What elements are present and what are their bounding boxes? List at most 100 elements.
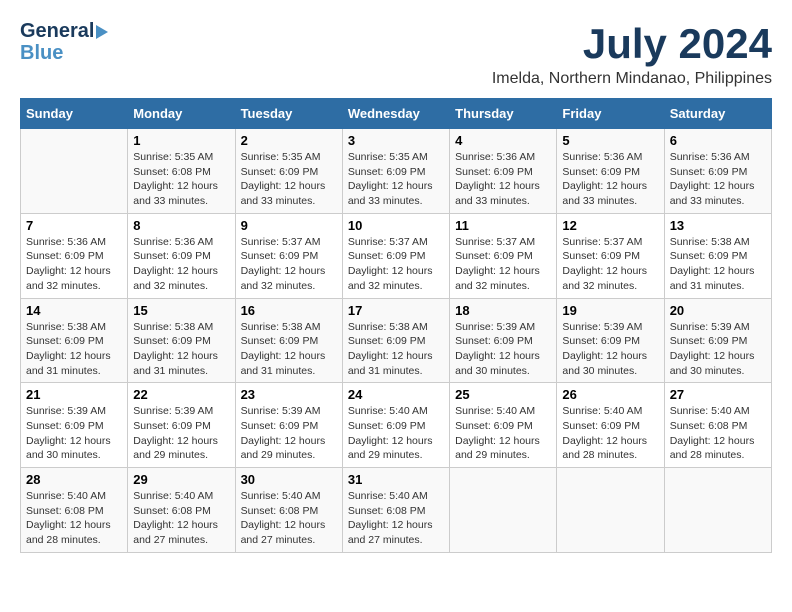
page-title: July 2024 <box>492 20 772 68</box>
calendar-cell: 9Sunrise: 5:37 AM Sunset: 6:09 PM Daylig… <box>235 213 342 298</box>
calendar-cell: 30Sunrise: 5:40 AM Sunset: 6:08 PM Dayli… <box>235 468 342 553</box>
day-info: Sunrise: 5:40 AM Sunset: 6:08 PM Dayligh… <box>670 404 766 463</box>
day-info: Sunrise: 5:36 AM Sunset: 6:09 PM Dayligh… <box>133 235 229 294</box>
day-number: 2 <box>241 133 337 148</box>
day-number: 14 <box>26 303 122 318</box>
day-info: Sunrise: 5:35 AM Sunset: 6:08 PM Dayligh… <box>133 150 229 209</box>
calendar-cell: 4 Sunrise: 5:36 AM Sunset: 6:09 PM Daylig… <box>450 129 557 214</box>
day-info: Sunrise: 5:36 AM Sunset: 6:09 PM Dayligh… <box>670 150 766 209</box>
header-friday: Friday <box>557 99 664 129</box>
calendar-cell <box>664 468 771 553</box>
header-saturday: Saturday <box>664 99 771 129</box>
day-info: Sunrise: 5:40 AM Sunset: 6:09 PM Dayligh… <box>455 404 551 463</box>
day-info: Sunrise: 5:39 AM Sunset: 6:09 PM Dayligh… <box>670 320 766 379</box>
calendar-cell: 18Sunrise: 5:39 AM Sunset: 6:09 PM Dayli… <box>450 298 557 383</box>
title-section: July 2024 Imelda, Northern Mindanao, Phi… <box>492 20 772 88</box>
calendar-cell: 20Sunrise: 5:39 AM Sunset: 6:09 PM Dayli… <box>664 298 771 383</box>
calendar-cell: 2 Sunrise: 5:35 AM Sunset: 6:09 PM Daylig… <box>235 129 342 214</box>
day-info: Sunrise: 5:36 AM Sunset: 6:09 PM Dayligh… <box>455 150 551 209</box>
day-info: Sunrise: 5:37 AM Sunset: 6:09 PM Dayligh… <box>241 235 337 294</box>
day-number: 5 <box>562 133 658 148</box>
calendar-table: SundayMondayTuesdayWednesdayThursdayFrid… <box>20 98 772 553</box>
day-number: 7 <box>26 218 122 233</box>
day-info: Sunrise: 5:35 AM Sunset: 6:09 PM Dayligh… <box>348 150 444 209</box>
day-number: 25 <box>455 387 551 402</box>
calendar-cell: 26 Sunrise: 5:40 AM Sunset: 6:09 PM Dayli… <box>557 383 664 468</box>
calendar-cell: 10 Sunrise: 5:37 AM Sunset: 6:09 PM Dayli… <box>342 213 449 298</box>
day-info: Sunrise: 5:38 AM Sunset: 6:09 PM Dayligh… <box>670 235 766 294</box>
day-info: Sunrise: 5:37 AM Sunset: 6:09 PM Dayligh… <box>562 235 658 294</box>
day-number: 15 <box>133 303 229 318</box>
calendar-cell: 27Sunrise: 5:40 AM Sunset: 6:08 PM Dayli… <box>664 383 771 468</box>
day-info: Sunrise: 5:36 AM Sunset: 6:09 PM Dayligh… <box>26 235 122 294</box>
day-number: 16 <box>241 303 337 318</box>
day-info: Sunrise: 5:40 AM Sunset: 6:08 PM Dayligh… <box>26 489 122 548</box>
day-info: Sunrise: 5:38 AM Sunset: 6:09 PM Dayligh… <box>26 320 122 379</box>
day-info: Sunrise: 5:39 AM Sunset: 6:09 PM Dayligh… <box>562 320 658 379</box>
calendar-cell: 6 Sunrise: 5:36 AM Sunset: 6:09 PM Daylig… <box>664 129 771 214</box>
day-number: 24 <box>348 387 444 402</box>
calendar-header-row: SundayMondayTuesdayWednesdayThursdayFrid… <box>21 99 772 129</box>
calendar-cell: 13 Sunrise: 5:38 AM Sunset: 6:09 PM Dayli… <box>664 213 771 298</box>
day-info: Sunrise: 5:40 AM Sunset: 6:09 PM Dayligh… <box>348 404 444 463</box>
calendar-cell: 11 Sunrise: 5:37 AM Sunset: 6:09 PM Dayli… <box>450 213 557 298</box>
calendar-cell: 23 Sunrise: 5:39 AM Sunset: 6:09 PM Dayli… <box>235 383 342 468</box>
header-tuesday: Tuesday <box>235 99 342 129</box>
day-number: 13 <box>670 218 766 233</box>
page-header: General Blue July 2024 Imelda, Northern … <box>20 20 772 88</box>
calendar-week-row: 21 Sunrise: 5:39 AM Sunset: 6:09 PM Dayli… <box>21 383 772 468</box>
day-number: 28 <box>26 472 122 487</box>
day-info: Sunrise: 5:39 AM Sunset: 6:09 PM Dayligh… <box>455 320 551 379</box>
day-number: 31 <box>348 472 444 487</box>
day-info: Sunrise: 5:40 AM Sunset: 6:08 PM Dayligh… <box>133 489 229 548</box>
day-info: Sunrise: 5:40 AM Sunset: 6:09 PM Dayligh… <box>562 404 658 463</box>
day-number: 11 <box>455 218 551 233</box>
calendar-cell: 21 Sunrise: 5:39 AM Sunset: 6:09 PM Dayli… <box>21 383 128 468</box>
calendar-cell: 28 Sunrise: 5:40 AM Sunset: 6:08 PM Dayli… <box>21 468 128 553</box>
logo-arrow-icon <box>96 25 108 39</box>
day-info: Sunrise: 5:39 AM Sunset: 6:09 PM Dayligh… <box>241 404 337 463</box>
day-info: Sunrise: 5:37 AM Sunset: 6:09 PM Dayligh… <box>348 235 444 294</box>
header-wednesday: Wednesday <box>342 99 449 129</box>
page-subtitle: Imelda, Northern Mindanao, Philippines <box>492 70 772 88</box>
logo: General Blue <box>20 20 108 64</box>
calendar-cell: 31 Sunrise: 5:40 AM Sunset: 6:08 PM Dayli… <box>342 468 449 553</box>
calendar-cell: 19 Sunrise: 5:39 AM Sunset: 6:09 PM Dayli… <box>557 298 664 383</box>
calendar-cell: 17Sunrise: 5:38 AM Sunset: 6:09 PM Dayli… <box>342 298 449 383</box>
day-info: Sunrise: 5:38 AM Sunset: 6:09 PM Dayligh… <box>348 320 444 379</box>
calendar-cell <box>450 468 557 553</box>
day-info: Sunrise: 5:40 AM Sunset: 6:08 PM Dayligh… <box>348 489 444 548</box>
calendar-cell: 25 Sunrise: 5:40 AM Sunset: 6:09 PM Dayli… <box>450 383 557 468</box>
day-number: 8 <box>133 218 229 233</box>
day-number: 22 <box>133 387 229 402</box>
calendar-cell: 7 Sunrise: 5:36 AM Sunset: 6:09 PM Daylig… <box>21 213 128 298</box>
day-number: 30 <box>241 472 337 487</box>
header-sunday: Sunday <box>21 99 128 129</box>
day-info: Sunrise: 5:39 AM Sunset: 6:09 PM Dayligh… <box>26 404 122 463</box>
day-number: 4 <box>455 133 551 148</box>
day-number: 19 <box>562 303 658 318</box>
day-number: 21 <box>26 387 122 402</box>
day-number: 1 <box>133 133 229 148</box>
calendar-cell: 15 Sunrise: 5:38 AM Sunset: 6:09 PM Dayli… <box>128 298 235 383</box>
calendar-cell: 16 Sunrise: 5:38 AM Sunset: 6:09 PM Dayli… <box>235 298 342 383</box>
calendar-cell: 12Sunrise: 5:37 AM Sunset: 6:09 PM Dayli… <box>557 213 664 298</box>
day-info: Sunrise: 5:36 AM Sunset: 6:09 PM Dayligh… <box>562 150 658 209</box>
day-info: Sunrise: 5:38 AM Sunset: 6:09 PM Dayligh… <box>241 320 337 379</box>
logo-general: General <box>20 20 94 42</box>
header-thursday: Thursday <box>450 99 557 129</box>
day-number: 6 <box>670 133 766 148</box>
day-number: 23 <box>241 387 337 402</box>
calendar-cell <box>21 129 128 214</box>
calendar-week-row: 14 Sunrise: 5:38 AM Sunset: 6:09 PM Dayli… <box>21 298 772 383</box>
logo-blue: Blue <box>20 42 108 64</box>
calendar-week-row: 28 Sunrise: 5:40 AM Sunset: 6:08 PM Dayli… <box>21 468 772 553</box>
day-number: 26 <box>562 387 658 402</box>
day-info: Sunrise: 5:37 AM Sunset: 6:09 PM Dayligh… <box>455 235 551 294</box>
day-info: Sunrise: 5:35 AM Sunset: 6:09 PM Dayligh… <box>241 150 337 209</box>
day-number: 10 <box>348 218 444 233</box>
calendar-cell: 3Sunrise: 5:35 AM Sunset: 6:09 PM Daylig… <box>342 129 449 214</box>
day-info: Sunrise: 5:38 AM Sunset: 6:09 PM Dayligh… <box>133 320 229 379</box>
calendar-cell <box>557 468 664 553</box>
calendar-cell: 24 Sunrise: 5:40 AM Sunset: 6:09 PM Dayli… <box>342 383 449 468</box>
